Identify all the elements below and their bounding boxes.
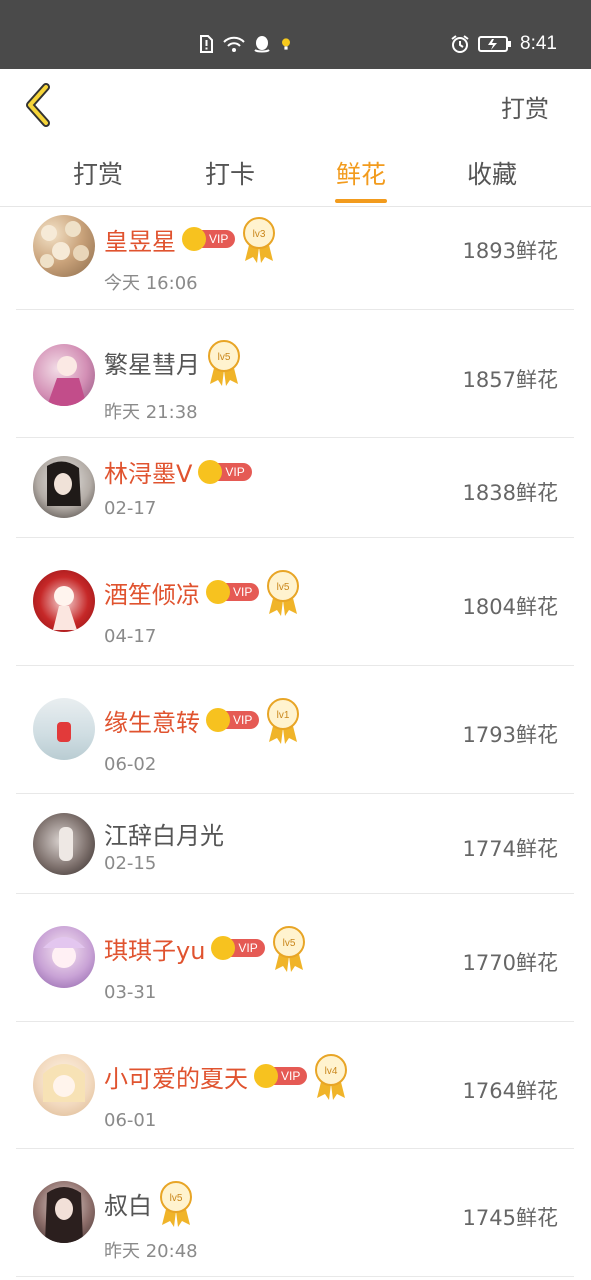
timestamp: 今天 16:06	[104, 273, 198, 294]
name-line: 酒笙倾凉 VIP lv5	[104, 568, 301, 616]
user-name[interactable]: 叔白	[104, 1186, 152, 1221]
user-name[interactable]: 缘生意转	[104, 703, 200, 738]
list-item[interactable]: 缘生意转 VIP lv1 06-02 1793鲜花	[16, 666, 574, 794]
list-item[interactable]: 小可爱的夏天 VIP lv4 06-01 1764鲜花	[16, 1022, 574, 1149]
list-item[interactable]: 林浔墨V VIP 02-17 1838鲜花	[16, 438, 574, 538]
vip-badge: VIP	[254, 1064, 308, 1088]
user-name[interactable]: 小可爱的夏天	[104, 1059, 248, 1094]
avatar[interactable]	[33, 570, 95, 632]
avatar[interactable]	[33, 698, 95, 760]
level-medal-icon: lv3	[243, 217, 276, 263]
battery-icon	[478, 36, 512, 52]
svg-text:lv3: lv3	[253, 229, 266, 240]
flower-count: 1804鲜花	[462, 595, 558, 619]
name-line: 缘生意转 VIP lv1	[104, 696, 301, 744]
level-medal-icon: lv5	[160, 1181, 192, 1227]
tab-favorites[interactable]: 收藏	[442, 155, 542, 191]
level-medal-icon: lv5	[267, 570, 300, 616]
status-system-icons: 8:41	[450, 31, 557, 57]
name-line: 江辞白月光	[104, 816, 224, 851]
svg-text:lv5: lv5	[170, 1193, 183, 1204]
crown-icon	[182, 227, 206, 251]
status-bar: 8:41	[0, 0, 591, 69]
flower-ranking-list: 皇昱星 VIP lv3 今天 16:06 1893鲜花 繁星彗月 lv5 昨天 …	[16, 207, 574, 1277]
crown-icon	[206, 580, 230, 604]
timestamp: 昨天 21:38	[104, 402, 198, 423]
timestamp: 06-02	[104, 754, 157, 775]
name-line: 皇昱星 VIP lv3	[104, 215, 277, 263]
user-name[interactable]: 繁星彗月	[104, 345, 200, 380]
timestamp: 02-17	[104, 498, 157, 519]
vip-badge: VIP	[211, 936, 265, 960]
list-item[interactable]: 皇昱星 VIP lv3 今天 16:06 1893鲜花	[16, 207, 574, 310]
tab-checkin[interactable]: 打卡	[180, 155, 280, 191]
sim-alert-icon	[200, 35, 213, 53]
timestamp: 昨天 20:48	[104, 1241, 198, 1262]
timestamp: 02-15	[104, 853, 157, 874]
alarm-icon	[451, 35, 469, 53]
user-name[interactable]: 林浔墨V	[104, 454, 192, 489]
svg-text:lv5: lv5	[218, 352, 231, 363]
level-medal-icon: lv4	[315, 1054, 348, 1100]
level-medal-icon: lv5	[272, 926, 305, 972]
avatar[interactable]	[33, 1054, 95, 1116]
name-line: 叔白 lv5	[104, 1179, 194, 1227]
vip-badge: VIP	[206, 580, 260, 604]
avatar[interactable]	[33, 1181, 95, 1243]
name-line: 林浔墨V VIP	[104, 454, 252, 489]
avatar[interactable]	[33, 456, 95, 518]
timestamp: 06-01	[104, 1110, 157, 1131]
flower-count: 1745鲜花	[462, 1206, 558, 1230]
name-line: 小可爱的夏天 VIP lv4	[104, 1052, 349, 1100]
reward-action-button[interactable]: 打赏	[501, 89, 549, 124]
list-item[interactable]: 酒笙倾凉 VIP lv5 04-17 1804鲜花	[16, 538, 574, 666]
flower-count: 1838鲜花	[462, 481, 558, 505]
user-name[interactable]: 酒笙倾凉	[104, 575, 200, 610]
flower-count: 1774鲜花	[462, 837, 558, 861]
vip-badge: VIP	[206, 708, 260, 732]
svg-text:lv5: lv5	[277, 582, 290, 593]
tab-flowers[interactable]: 鲜花	[311, 155, 411, 191]
crown-icon	[206, 708, 230, 732]
list-item[interactable]: 江辞白月光 02-15 1774鲜花	[16, 794, 574, 894]
avatar[interactable]	[33, 926, 95, 988]
timestamp: 03-31	[104, 982, 157, 1003]
list-item[interactable]: 繁星彗月 lv5 昨天 21:38 1857鲜花	[16, 310, 574, 438]
list-item[interactable]: 叔白 lv5 昨天 20:48 1745鲜花	[16, 1149, 574, 1277]
svg-text:lv4: lv4	[325, 1066, 338, 1077]
level-medal-icon: lv5	[208, 340, 240, 386]
user-name[interactable]: 皇昱星	[104, 222, 176, 257]
user-name[interactable]: 江辞白月光	[104, 816, 224, 851]
name-line: 琪琪子yu VIP lv5	[104, 924, 307, 972]
avatar[interactable]	[33, 344, 95, 406]
vip-badge: VIP	[198, 459, 252, 484]
list-item[interactable]: 琪琪子yu VIP lv5 03-31 1770鲜花	[16, 894, 574, 1022]
name-line: 繁星彗月 lv5	[104, 338, 242, 386]
lightbulb-icon	[282, 38, 290, 50]
crown-icon	[254, 1064, 278, 1088]
wifi-icon	[223, 36, 245, 52]
timestamp: 04-17	[104, 626, 157, 647]
vip-badge: VIP	[182, 227, 236, 251]
active-tab-indicator	[335, 199, 387, 203]
avatar[interactable]	[33, 215, 95, 277]
flower-count: 1793鲜花	[462, 723, 558, 747]
tab-reward[interactable]: 打赏	[48, 155, 148, 191]
crown-icon	[198, 459, 223, 484]
back-arrow-icon[interactable]	[22, 83, 58, 127]
flower-count: 1893鲜花	[462, 239, 558, 263]
status-notification-icons	[196, 31, 294, 57]
flower-count: 1770鲜花	[462, 951, 558, 975]
tab-bar: 打赏 打卡 鲜花 收藏	[0, 141, 591, 207]
avatar[interactable]	[33, 813, 95, 875]
level-medal-icon: lv1	[267, 698, 300, 744]
svg-text:lv1: lv1	[277, 710, 290, 721]
svg-text:lv5: lv5	[282, 938, 295, 949]
header: 打赏	[0, 69, 591, 141]
flower-count: 1764鲜花	[462, 1079, 558, 1103]
qq-icon	[254, 36, 270, 53]
flower-count: 1857鲜花	[462, 368, 558, 392]
status-time: 8:41	[520, 33, 557, 54]
user-name[interactable]: 琪琪子yu	[104, 931, 205, 966]
